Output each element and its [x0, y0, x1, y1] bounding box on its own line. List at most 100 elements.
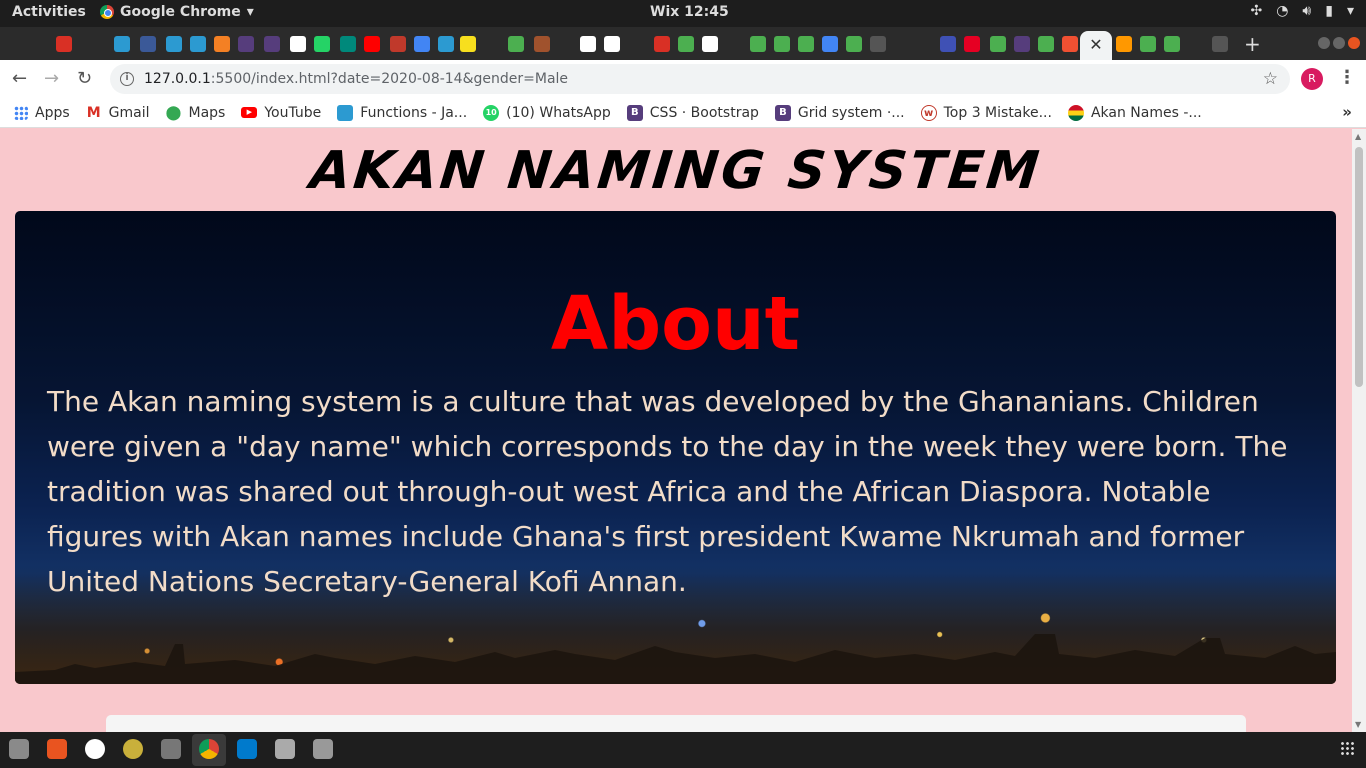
ghana-flag-icon [1067, 104, 1084, 121]
app-menu[interactable]: Google Chrome ▾ [100, 4, 254, 20]
bookmark-label: Apps [35, 104, 70, 121]
tab-favicon[interactable] [702, 36, 718, 52]
tab-bootstrap[interactable] [264, 36, 280, 52]
tab-favicon[interactable] [534, 36, 550, 52]
back-arrow-icon[interactable]: ← [12, 68, 27, 89]
show-applications-icon[interactable] [1340, 741, 1354, 755]
address-bar[interactable]: i 127.0.0.1:5500/index.html?date=2020-08… [110, 64, 1290, 94]
tab-bootstrap[interactable] [1014, 36, 1030, 52]
tab-w3schools[interactable] [1038, 36, 1054, 52]
page-viewport: AKAN NAMING SYSTEM About The Akan naming… [0, 129, 1352, 732]
clock[interactable]: Wix 12:45 [650, 4, 729, 20]
more-bookmarks-icon[interactable]: » [1342, 103, 1352, 121]
about-heading: About [550, 281, 801, 367]
page-scrollbar[interactable]: ▲ ▼ [1352, 129, 1366, 732]
system-tray[interactable]: ✣ ◔ 🔊︎ ▮ ▾ [1250, 3, 1354, 19]
tab-youtube[interactable] [364, 36, 380, 52]
close-window-button[interactable] [1348, 37, 1360, 49]
about-section: About The Akan naming system is a cultur… [15, 211, 1336, 684]
bookmark-apps[interactable]: Apps [14, 105, 70, 121]
text-editor-icon[interactable] [275, 739, 295, 759]
tab-favicon[interactable] [340, 36, 356, 52]
bookmark-star-icon[interactable]: ☆ [1263, 69, 1278, 89]
new-tab-button[interactable]: + [1244, 32, 1261, 56]
tab-w3schools[interactable] [1164, 36, 1180, 52]
tab-chrome[interactable] [822, 36, 838, 52]
wifi-icon: ◔ [1276, 3, 1289, 19]
window-controls [1318, 37, 1360, 49]
tab-favicon[interactable] [654, 36, 670, 52]
bookmark-akan-names[interactable]: Akan Names -... [1067, 104, 1202, 121]
tab-whatsapp[interactable] [314, 36, 330, 52]
chrome-icon[interactable] [199, 739, 219, 759]
profile-avatar[interactable]: R [1301, 68, 1323, 90]
tab-gmail[interactable] [56, 36, 72, 52]
tab-w3schools[interactable] [1140, 36, 1156, 52]
tab-w3schools[interactable] [846, 36, 862, 52]
tab-google[interactable] [580, 36, 596, 52]
bookmark-grid-system[interactable]: B Grid system ·... [774, 104, 905, 121]
bookmark-top-3-mistakes[interactable]: w Top 3 Mistake... [920, 104, 1052, 121]
bookmark-youtube[interactable]: ▶ YouTube [241, 105, 321, 121]
slack-icon[interactable]: ✣ [1250, 3, 1262, 19]
tab-bootstrap[interactable] [238, 36, 254, 52]
screenshot-icon[interactable] [123, 739, 143, 759]
app-name: Google Chrome [120, 4, 241, 20]
scrollbar-thumb[interactable] [1355, 147, 1363, 387]
activities-button[interactable]: Activities [12, 4, 86, 20]
functions-icon [337, 104, 354, 121]
bookmark-css-bootstrap[interactable]: B CSS · Bootstrap [626, 104, 759, 121]
slack-icon[interactable] [85, 739, 105, 759]
close-tab-icon[interactable]: ✕ [1089, 35, 1102, 54]
tab-w3schools[interactable] [750, 36, 766, 52]
info-icon[interactable]: i [120, 72, 134, 86]
tab-google[interactable] [604, 36, 620, 52]
bookmark-whatsapp[interactable]: 10 (10) WhatsApp [483, 104, 611, 121]
tab-favicon[interactable] [140, 36, 156, 52]
bookmark-label: Akan Names -... [1090, 104, 1202, 121]
tab-favicon[interactable] [390, 36, 406, 52]
bookmark-gmail[interactable]: M Gmail [86, 105, 150, 121]
tab-favicon[interactable] [190, 36, 206, 52]
video-editor-icon[interactable] [161, 739, 181, 759]
bookmark-maps[interactable]: ⬤ Maps [166, 105, 226, 121]
tab-w3schools[interactable] [678, 36, 694, 52]
tab-w3schools[interactable] [774, 36, 790, 52]
tab-github[interactable] [870, 36, 886, 52]
scroll-down-arrow-icon[interactable]: ▼ [1355, 720, 1361, 729]
bootstrap-icon: B [626, 104, 643, 121]
tab-stackoverflow[interactable] [214, 36, 230, 52]
maximize-button[interactable] [1333, 37, 1345, 49]
minimize-button[interactable] [1318, 37, 1330, 49]
tab-pinterest[interactable] [964, 36, 980, 52]
tab-w3schools[interactable] [508, 36, 524, 52]
tab-favicon[interactable] [940, 36, 956, 52]
software-center-icon[interactable] [47, 739, 67, 759]
site-title: AKAN NAMING SYSTEM [307, 141, 1045, 201]
files-icon[interactable] [9, 739, 29, 759]
tab-favicon[interactable] [1116, 36, 1132, 52]
tab-favicon[interactable] [114, 36, 130, 52]
tab-w3schools[interactable] [990, 36, 1006, 52]
tab-chrome[interactable] [414, 36, 430, 52]
tab-favicon[interactable] [438, 36, 454, 52]
w-icon: w [920, 104, 937, 121]
tab-git[interactable] [1062, 36, 1078, 52]
kebab-menu-icon[interactable]: ⋮ [1338, 67, 1356, 88]
tab-github[interactable] [1212, 36, 1228, 52]
tab-active[interactable]: ✕ [1080, 31, 1112, 60]
tab-favicon[interactable] [166, 36, 182, 52]
bookmark-label: Grid system ·... [797, 104, 905, 121]
vscode-icon[interactable] [237, 739, 257, 759]
reload-icon[interactable]: ↻ [77, 68, 92, 89]
volume-icon: 🔊︎ [1302, 3, 1312, 19]
forward-arrow-icon[interactable]: → [44, 68, 59, 89]
bootstrap-icon: B [774, 104, 791, 121]
tab-w3schools[interactable] [798, 36, 814, 52]
bookmark-label: Gmail [108, 104, 150, 121]
tab-ejs[interactable] [460, 36, 476, 52]
scroll-up-arrow-icon[interactable]: ▲ [1355, 132, 1361, 141]
bookmark-functions[interactable]: Functions - Ja... [337, 104, 467, 121]
tab-google[interactable] [290, 36, 306, 52]
scanner-icon[interactable] [313, 739, 333, 759]
